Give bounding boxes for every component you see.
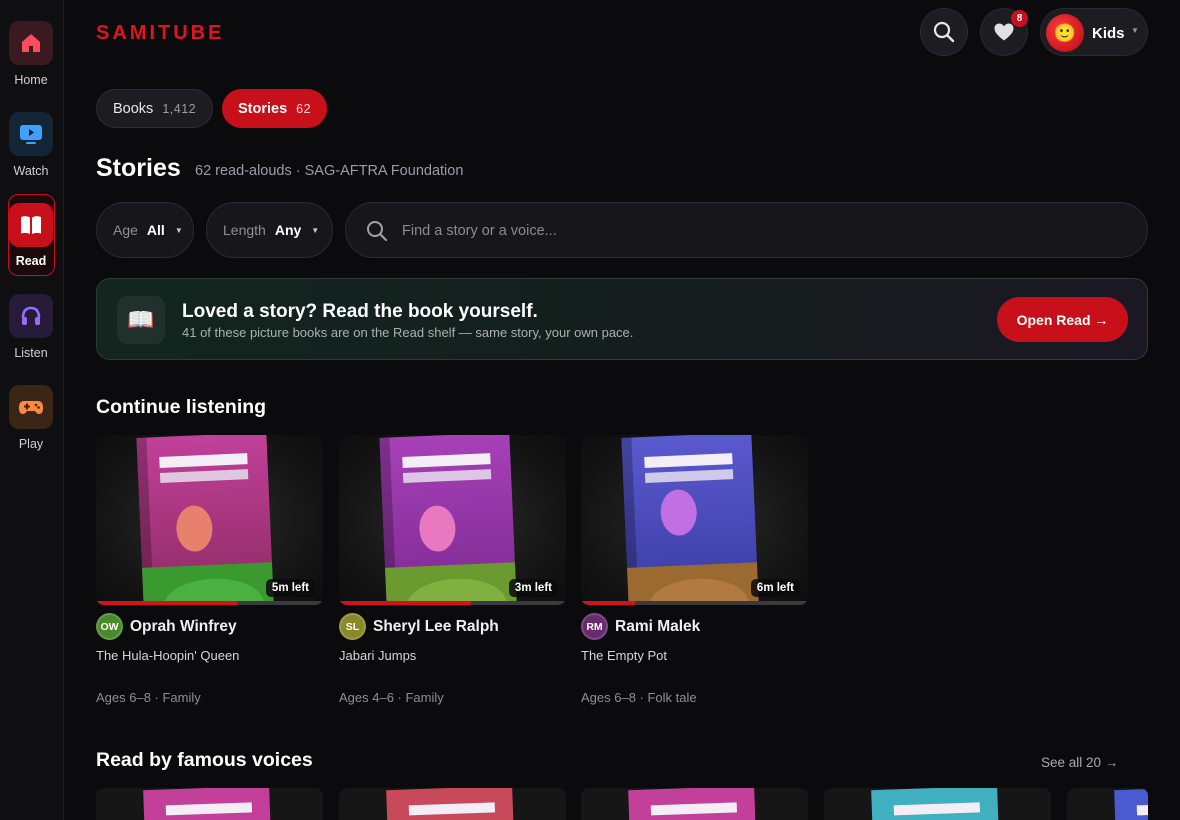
sidebar: Home Watch Read Listen Play [0, 0, 64, 820]
sidebar-label-home: Home [14, 73, 48, 87]
voice-row[interactable]: OW Oprah Winfrey [96, 613, 237, 640]
search-button[interactable] [920, 8, 968, 56]
profile-name: Kids [1092, 25, 1125, 42]
sidebar-item-play[interactable]: Play [0, 385, 62, 451]
voice-avatar: OW [96, 613, 123, 640]
story-card[interactable]: 6m left RM Rami Malek The Empty Pot Ages 6–8… [581, 435, 808, 705]
voice-name: Sheryl Lee Ralph [373, 617, 499, 635]
story-cover[interactable]: 3m left [339, 435, 566, 605]
length-filter-value: Any [274, 222, 302, 238]
book-cover-illustration [621, 435, 759, 605]
age-filter-value: All [146, 222, 165, 238]
story-search[interactable] [345, 202, 1148, 258]
story-meta: Ages 4–6 · Family [339, 690, 444, 705]
story-card[interactable]: 5m left OW Oprah Winfrey The Hula-Hoopin' Q… [96, 435, 323, 705]
time-left-badge: 5m left [265, 579, 315, 597]
famous-voice-card[interactable] [824, 788, 1051, 820]
story-title: The Hula-Hoopin' Queen [96, 648, 240, 663]
famous-voices-title: Read by famous voices [96, 749, 313, 771]
voice-name: Oprah Winfrey [130, 617, 237, 635]
search-icon [367, 221, 388, 242]
play-tile [9, 385, 53, 429]
voice-avatar: SL [339, 613, 366, 640]
story-meta: Ages 6–8 · Folk tale [581, 690, 697, 705]
search-icon [933, 21, 955, 43]
sidebar-item-watch[interactable]: Watch [0, 112, 62, 178]
famous-voice-card[interactable] [581, 788, 808, 820]
book-icon [21, 216, 41, 234]
sidebar-label-listen: Listen [14, 346, 48, 360]
story-title: Jabari Jumps [339, 648, 417, 663]
voice-name: Rami Malek [615, 617, 701, 635]
story-meta: Ages 6–8 · Family [96, 690, 201, 705]
book-cover-illustration [379, 435, 517, 605]
see-all-link[interactable]: See all 20 → [1041, 755, 1118, 770]
listen-tile [9, 294, 53, 338]
promo-title: Loved a story? Read the book yourself. [182, 301, 538, 322]
listening-progress [96, 601, 323, 605]
tab-stories-count: 62 [296, 101, 312, 116]
read-tile [9, 203, 53, 247]
open-read-button[interactable]: Open Read → [997, 297, 1128, 342]
time-left-badge: 6m left [750, 579, 800, 597]
promo-subtitle: 41 of these picture books are on the Rea… [182, 325, 634, 340]
listening-progress [339, 601, 566, 605]
heart-icon [994, 23, 1014, 41]
sidebar-item-read[interactable]: Read [0, 194, 62, 268]
watch-tile [9, 112, 53, 156]
voice-row[interactable]: SL Sheryl Lee Ralph [339, 613, 499, 640]
listening-progress [581, 601, 808, 605]
voice-row[interactable]: RM Rami Malek [581, 613, 700, 640]
page-subtitle: 62 read-alouds · SAG-AFTRA Foundation [195, 163, 464, 179]
home-tile [9, 21, 53, 65]
age-filter[interactable]: Age All ▼ [96, 202, 194, 258]
age-filter-label: Age [113, 222, 138, 238]
sidebar-label-watch: Watch [13, 164, 49, 178]
story-title: The Empty Pot [581, 648, 667, 663]
page-title: Stories [96, 154, 181, 182]
story-cover[interactable]: 5m left [96, 435, 323, 605]
time-left-badge: 3m left [508, 579, 558, 597]
sidebar-item-home[interactable]: Home [0, 21, 62, 87]
tab-books-label: Books [113, 100, 154, 117]
gamepad-icon [19, 401, 43, 414]
chevron-down-icon: ▼ [1131, 26, 1139, 35]
home-icon [22, 34, 40, 52]
headphones-icon [21, 306, 41, 325]
length-filter-label: Length [223, 222, 266, 238]
story-card[interactable]: 3m left SL Sheryl Lee Ralph Jabari Jumps Age… [339, 435, 566, 705]
tv-icon [20, 125, 42, 144]
tab-stories-label: Stories [238, 100, 288, 117]
open-book-icon: 📖 [117, 296, 165, 344]
tab-stories[interactable]: Stories 62 [222, 89, 327, 128]
famous-voice-card[interactable] [339, 788, 566, 820]
kid-avatar: 🙂 [1046, 14, 1084, 52]
sidebar-label-read: Read [15, 254, 47, 268]
story-search-input[interactable] [402, 221, 1102, 241]
book-cover-illustration [136, 435, 274, 605]
continue-listening-title: Continue listening [96, 396, 267, 418]
famous-voice-card[interactable] [96, 788, 323, 820]
tab-books-count: 1,412 [162, 101, 197, 116]
sidebar-label-play: Play [18, 437, 44, 451]
profile-switcher[interactable]: 🙂 Kids ▼ [1040, 8, 1148, 56]
length-filter[interactable]: Length Any ▼ [206, 202, 333, 258]
famous-voice-card[interactable] [1067, 788, 1148, 820]
story-cover[interactable]: 6m left [581, 435, 808, 605]
tab-books[interactable]: Books 1,412 [96, 89, 213, 128]
chevron-down-icon: ▼ [174, 225, 183, 235]
voice-avatar: RM [581, 613, 608, 640]
app-logo[interactable]: SAMITUBE [96, 22, 224, 45]
chevron-down-icon: ▼ [311, 225, 320, 235]
read-promo-banner: 📖 Loved a story? Read the book yourself.… [96, 278, 1148, 360]
sidebar-item-listen[interactable]: Listen [0, 294, 62, 360]
favorites-count-badge: 8 [1011, 10, 1028, 27]
